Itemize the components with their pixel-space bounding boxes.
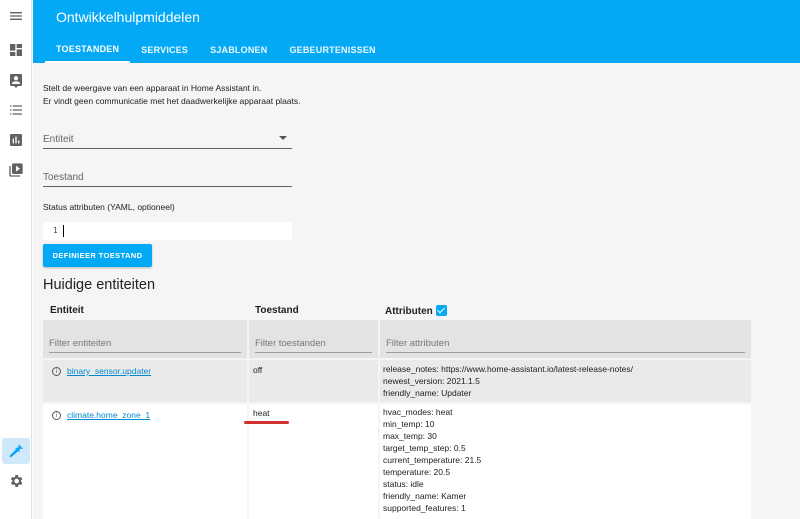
entity-select-label: Entiteit <box>43 134 74 145</box>
table-row-1-state: off <box>249 360 378 402</box>
show-attributes-checkbox[interactable] <box>435 305 447 316</box>
table-row-1-attributes: release_notes: https://www.home-assistan… <box>380 360 751 402</box>
entity-select[interactable]: Entiteit <box>43 129 292 149</box>
attribute-line: release_notes: https://www.home-assistan… <box>383 364 633 374</box>
app-header: Ontwikkelhulpmiddelen TOESTANDEN SERVICE… <box>33 0 800 63</box>
filter-states-input[interactable]: Filter toestanden <box>255 331 372 353</box>
tab-services[interactable]: SERVICES <box>130 36 199 63</box>
filter-entities-input[interactable]: Filter entiteiten <box>49 331 241 353</box>
attribute-line: friendly_name: Updater <box>383 388 472 398</box>
column-header-attributes: Attributen <box>385 305 447 320</box>
sidebar <box>0 0 32 519</box>
logbook-icon[interactable] <box>0 96 32 124</box>
attribute-line: newest_version: 2021.1.5 <box>383 376 480 386</box>
filter-attributes-placeholder: Filter attributen <box>386 338 450 349</box>
map-icon[interactable] <box>0 66 32 94</box>
info-icon[interactable]: i <box>52 367 61 376</box>
table-row-2-attributes: hvac_modes: heat min_temp: 10 max_temp: … <box>380 404 751 519</box>
history-icon[interactable] <box>0 126 32 154</box>
attribute-line: max_temp: 30 <box>383 431 437 441</box>
attribute-line: temperature: 20.5 <box>383 467 451 477</box>
intro-text: Stelt de weergave van een apparaat in Ho… <box>43 82 301 107</box>
table-row-1-entity: i binary_sensor.updater <box>43 360 247 402</box>
attribute-line: supported_features: 1 <box>383 503 466 513</box>
info-icon[interactable]: i <box>52 411 61 420</box>
column-header-attributes-label: Attributen <box>385 306 433 317</box>
media-icon[interactable] <box>0 156 32 184</box>
attributes-label: Status attributen (YAML, optioneel) <box>43 202 175 212</box>
attribute-line: friendly_name: Kamer <box>383 491 467 501</box>
attribute-line: current_temperature: 21.5 <box>383 455 482 465</box>
filter-attributes-input[interactable]: Filter attributen <box>386 331 745 353</box>
attribute-line: target_temp_step: 0.5 <box>383 443 466 453</box>
text-cursor <box>63 225 64 237</box>
state-input-label: Toestand <box>43 172 84 183</box>
filter-cell-entity: Filter entiteiten <box>43 320 247 358</box>
intro-line-1: Stelt de weergave van een apparaat in Ho… <box>43 83 262 93</box>
column-header-state: Toestand <box>255 305 299 316</box>
entity-link[interactable]: climate.home_zone_1 <box>67 410 150 420</box>
entity-link[interactable]: binary_sensor.updater <box>67 366 151 376</box>
filter-entities-placeholder: Filter entiteiten <box>49 338 112 349</box>
attribute-line: min_temp: 10 <box>383 419 435 429</box>
intro-line-2: Er vindt geen communicatie met het daadw… <box>43 95 301 106</box>
column-header-entity: Entiteit <box>50 305 84 316</box>
yaml-editor[interactable]: 1 <box>43 222 292 240</box>
tab-events[interactable]: GEBEURTENISSEN <box>278 36 386 63</box>
state-value: heat <box>253 408 270 418</box>
line-number: 1 <box>53 226 58 235</box>
gear-icon[interactable] <box>0 467 32 495</box>
state-input[interactable]: Toestand <box>43 167 292 187</box>
page-title: Ontwikkelhulpmiddelen <box>56 9 200 25</box>
current-entities-title: Huidige entiteiten <box>43 277 156 293</box>
table-row-2-entity: i climate.home_zone_1 <box>43 404 247 519</box>
main-content: Stelt de weergave van een apparaat in Ho… <box>33 63 800 519</box>
highlight-underline <box>244 421 289 424</box>
menu-icon[interactable] <box>0 2 32 30</box>
attribute-line: hvac_modes: heat <box>383 407 453 417</box>
tab-states[interactable]: TOESTANDEN <box>45 36 131 63</box>
filter-cell-attributes: Filter attributen <box>380 320 751 358</box>
dashboard-icon[interactable] <box>0 36 32 64</box>
filter-cell-state: Filter toestanden <box>249 320 378 358</box>
chevron-down-icon[interactable] <box>279 136 287 140</box>
tab-templates[interactable]: SJABLONEN <box>199 36 278 63</box>
filter-states-placeholder: Filter toestanden <box>255 338 326 349</box>
attribute-line: status: idle <box>383 479 424 489</box>
hammer-icon[interactable] <box>2 438 30 464</box>
set-state-button[interactable]: DEFINIEER TOESTAND <box>43 244 152 267</box>
state-value: off <box>253 365 263 375</box>
tab-bar: TOESTANDEN SERVICES SJABLONEN GEBEURTENI… <box>45 36 387 63</box>
